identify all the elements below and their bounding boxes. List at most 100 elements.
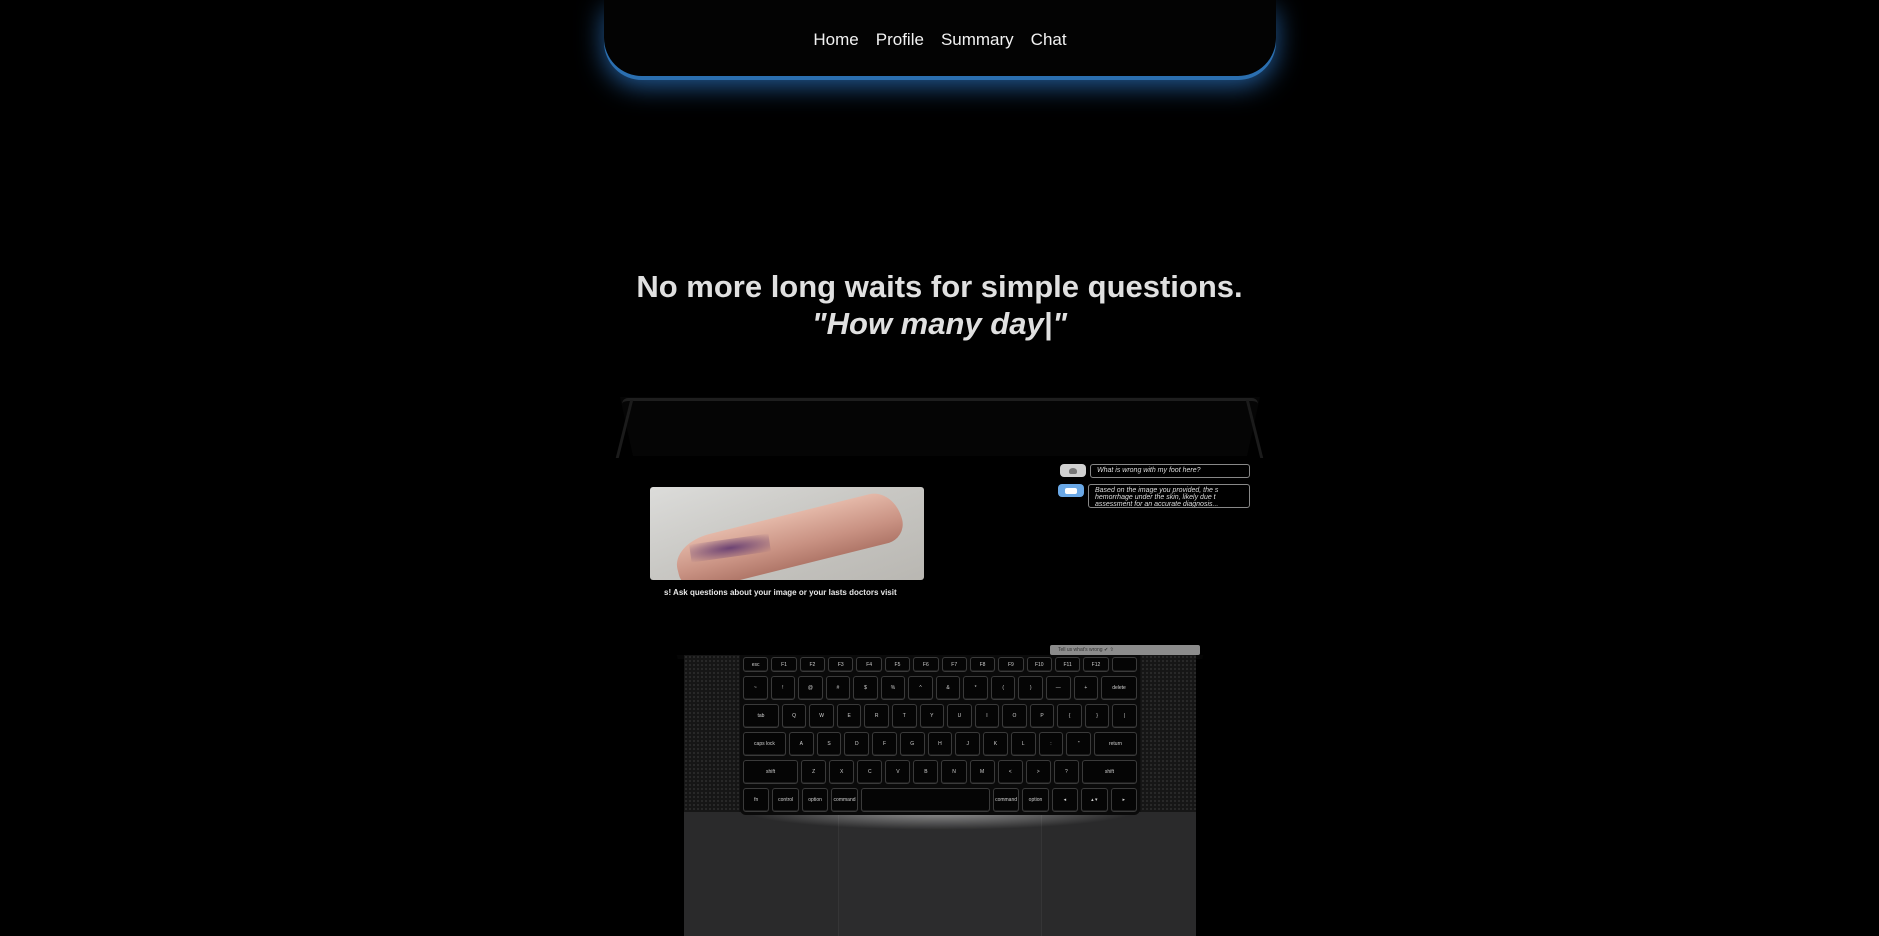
keyboard-key: J	[955, 732, 981, 756]
keyboard-key: *	[963, 676, 988, 700]
keyboard-key: tab	[743, 704, 779, 728]
keyboard-key: ~	[743, 676, 768, 700]
keyboard-key: ^	[908, 676, 933, 700]
keyboard-key: :	[1038, 732, 1064, 756]
keyboard-key: F8	[969, 657, 996, 672]
screen-chat-input: Tell us what's wrong ✔ ⇧	[1050, 645, 1200, 655]
speaker-grille-left	[684, 655, 739, 812]
keyboard-key: <	[997, 760, 1023, 784]
keyboard-key: F7	[941, 657, 967, 672]
keyboard-key: shift	[1081, 760, 1137, 784]
keyboard-key: ▴ ▾	[1081, 788, 1108, 812]
hero-headline: No more long waits for simple questions.	[636, 269, 1243, 304]
keyboard-key: #	[825, 676, 851, 700]
keyboard-row: tab Q W E R T Y U I O P{} |	[743, 704, 1137, 728]
keyboard-key: shift	[743, 760, 799, 784]
keyboard-key: F5	[884, 657, 911, 672]
keyboard-key: ◂	[1051, 788, 1079, 812]
keyboard-key: ▸	[1110, 788, 1138, 812]
keyboard-key: B	[913, 760, 939, 784]
keyboard-key: control	[772, 788, 799, 812]
screen-prompt-text: s! Ask questions about your image or you…	[664, 588, 897, 597]
bot-chat-bubble: Based on the image you provided, the s h…	[1088, 484, 1250, 508]
keyboard-key: R	[864, 704, 890, 728]
keyboard-key: {	[1057, 704, 1082, 728]
foot-shape	[671, 487, 907, 580]
keyboard-key: D	[844, 732, 870, 756]
keyboard-key: fn	[743, 788, 770, 812]
keyboard-key: option	[801, 788, 829, 812]
hero-headline-block: No more long waits for simple questions.…	[0, 268, 1879, 342]
keyboard-key: U	[947, 704, 972, 728]
keyboard-key: "	[1066, 732, 1092, 756]
keyboard-row: fn control option command command option ◂ ▴ ▾ ▸	[743, 788, 1138, 812]
keyboard-key: —	[1046, 676, 1071, 700]
foot-photo	[650, 487, 924, 580]
keyboard-key: return	[1094, 732, 1137, 756]
keyboard-key: N	[941, 760, 967, 784]
laptop-lid-rim	[622, 398, 1258, 406]
keyboard-key: F4	[856, 657, 882, 672]
nav-summary-link[interactable]: Summary	[941, 30, 1014, 50]
keyboard-key: option	[1022, 788, 1049, 812]
keyboard-key: command	[831, 788, 858, 812]
nav-home-link[interactable]: Home	[813, 30, 858, 50]
keyboard-key: $	[853, 676, 878, 700]
keyboard-key: esc	[743, 657, 769, 672]
keyboard-key: K	[983, 732, 1008, 756]
keyboard-key: &	[935, 676, 961, 700]
keyboard-key: ?	[1053, 760, 1079, 784]
keyboard-key: @	[798, 676, 823, 700]
keyboard-key: caps lock	[743, 732, 786, 756]
typing-quote: "How many day|"	[811, 306, 1068, 341]
keyboard-key: S	[816, 732, 842, 756]
keyboard-key: L	[1010, 732, 1036, 756]
keyboard-key: F6	[913, 657, 939, 672]
keyboard-key: G	[899, 732, 925, 756]
keyboard-key: delete	[1101, 676, 1137, 700]
keyboard-key: V	[885, 760, 911, 784]
keyboard-key: !	[770, 676, 796, 700]
keyboard-key: F10	[1026, 657, 1052, 672]
keyboard-key: F12	[1083, 657, 1109, 672]
keyboard-row: shift Z X C V B N M < >? shift	[743, 760, 1137, 784]
user-chat-bubble: What is wrong with my foot here?	[1090, 464, 1250, 478]
keyboard-key: E	[836, 704, 862, 728]
keyboard-key: I	[974, 704, 1000, 728]
keyboard-key	[1111, 657, 1138, 672]
keyboard-key: F3	[828, 657, 854, 672]
keyboard-key: (	[990, 676, 1016, 700]
keyboard-key	[860, 788, 990, 812]
keyboard-key: }	[1084, 704, 1110, 728]
keyboard-key: H	[927, 732, 953, 756]
keyboard-key: +	[1073, 676, 1099, 700]
keyboard-key: Z	[801, 760, 827, 784]
keyboard-key: P	[1029, 704, 1055, 728]
keyboard-row: ~! @ # $% ^ & *() — + delete	[743, 676, 1137, 700]
keyboard-key: )	[1018, 676, 1044, 700]
keyboard-key: command	[992, 788, 1020, 812]
bot-avatar-icon	[1058, 484, 1084, 497]
keyboard-key: F9	[998, 657, 1024, 672]
user-avatar-icon	[1060, 464, 1086, 477]
keyboard: esc F1 F2 F3 F4 F5 F6 F7 F8 F9 F10 F11 F12 ~! @ # $% ^ & *(…	[740, 655, 1140, 815]
keyboard-key: F1	[771, 657, 797, 672]
keyboard-row: esc F1 F2 F3 F4 F5 F6 F7 F8 F9 F10 F11 F12	[743, 657, 1138, 672]
keyboard-key: F	[872, 732, 897, 756]
keyboard-key: >	[1025, 760, 1051, 784]
keyboard-key: F2	[799, 657, 826, 672]
keyboard-key: O	[1002, 704, 1027, 728]
keyboard-row: caps lock A S D F G H J K L: " return	[743, 732, 1137, 756]
keyboard-key: T	[892, 704, 917, 728]
keyboard-key: Y	[919, 704, 945, 728]
keyboard-key: W	[809, 704, 834, 728]
keyboard-key: F11	[1054, 657, 1081, 672]
keyboard-key: Q	[781, 704, 807, 728]
nav-chat-link[interactable]: Chat	[1031, 30, 1067, 50]
keyboard-key: C	[857, 760, 883, 784]
keyboard-key: A	[788, 732, 814, 756]
keyboard-key: M	[969, 760, 995, 784]
nav-profile-link[interactable]: Profile	[876, 30, 924, 50]
keyboard-key: |	[1112, 704, 1137, 728]
top-nav: Home Profile Summary Chat	[604, 0, 1276, 76]
